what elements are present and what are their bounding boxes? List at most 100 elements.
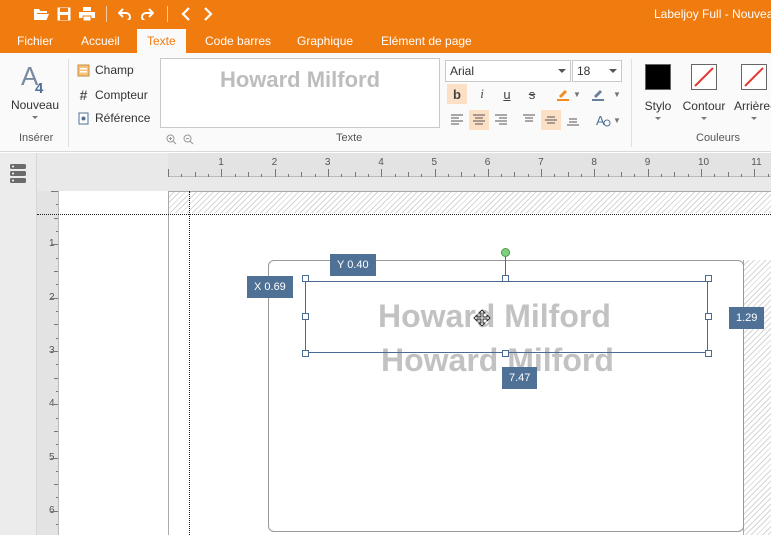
ruler-tick <box>354 172 356 177</box>
tab-code-barres[interactable]: Code barres <box>195 29 281 53</box>
resize-handle-bottom-left[interactable] <box>302 350 309 357</box>
new-button[interactable]: A 4 Nouveau <box>8 61 62 119</box>
ruler-tick <box>54 484 58 486</box>
valign-middle-button[interactable] <box>541 110 561 130</box>
field-button[interactable]: Champ <box>77 63 134 77</box>
contour-label: Contour <box>682 99 726 113</box>
resize-handle-bottom-right[interactable] <box>705 350 712 357</box>
svg-text:A: A <box>596 113 605 128</box>
font-family-select[interactable]: Arial <box>445 60 571 82</box>
tab-accueil[interactable]: Accueil <box>71 29 130 53</box>
font-color-dropdown[interactable]: ▼ <box>612 84 622 104</box>
ruler-tick <box>51 191 58 192</box>
ruler-tick <box>487 169 489 177</box>
toolbar-separator <box>167 6 168 22</box>
tab-fichier[interactable]: Fichier <box>7 29 63 53</box>
database-icon[interactable] <box>9 163 27 188</box>
x-position-badge: X 0.69 <box>247 276 293 298</box>
stylo-button[interactable]: Stylo <box>639 64 677 120</box>
pen-icon <box>592 90 604 101</box>
chevron-down-icon <box>751 117 757 120</box>
tab-graphique[interactable]: Graphique <box>287 29 363 53</box>
ruler-tick <box>567 172 569 177</box>
valign-bottom-button[interactable] <box>563 110 583 130</box>
print-icon[interactable] <box>78 5 96 23</box>
group-separator <box>631 59 632 147</box>
resize-handle-top-right[interactable] <box>705 275 712 282</box>
resize-handle-top[interactable] <box>502 275 509 282</box>
margin-guide-horizontal <box>37 214 771 215</box>
redo-icon[interactable] <box>138 5 156 23</box>
insert-group-label: Insérer <box>19 132 54 144</box>
tab-texte[interactable]: Texte <box>137 29 186 53</box>
font-size-select[interactable]: 18 <box>572 60 622 82</box>
page-margin-hatch-right <box>743 260 771 535</box>
ruler-tick <box>367 174 369 177</box>
ruler-tick <box>51 350 58 352</box>
background-color-button[interactable]: Arrière- <box>730 64 771 120</box>
ruler-number: 5 <box>431 157 438 168</box>
undo-icon[interactable] <box>116 5 134 23</box>
highlighter-icon <box>557 90 569 101</box>
reference-button[interactable]: Référence <box>77 111 150 125</box>
resize-handle-top-left[interactable] <box>302 275 309 282</box>
resize-handle-right[interactable] <box>705 313 712 320</box>
ruler-number: 11 <box>751 157 762 168</box>
ruler-tick <box>56 390 58 392</box>
valign-top-button[interactable] <box>519 110 539 130</box>
background-label: Arrière- <box>733 99 771 113</box>
strikethrough-button[interactable]: s <box>522 84 542 104</box>
save-icon[interactable] <box>55 5 73 23</box>
zoom-in-icon[interactable] <box>166 134 177 148</box>
field-icon <box>77 64 90 76</box>
font-color-button[interactable] <box>588 84 608 104</box>
text-effects-dropdown[interactable]: ▼ <box>612 110 622 130</box>
field-label: Champ <box>95 63 134 77</box>
hash-icon: # <box>79 87 88 103</box>
ruler-tick <box>341 174 343 177</box>
ruler-number: 10 <box>698 157 710 168</box>
ruler-tick <box>56 204 58 206</box>
title-bar: Labeljoy Full - Nouveau <box>0 0 771 29</box>
ruler-tick <box>51 457 58 459</box>
ruler-tick <box>56 257 58 259</box>
ruler-tick <box>207 174 209 177</box>
ruler-tick <box>56 337 58 339</box>
ruler-tick <box>247 172 249 177</box>
selection-box[interactable] <box>305 281 708 353</box>
align-right-button[interactable] <box>491 110 511 130</box>
back-icon[interactable] <box>177 5 195 23</box>
rotation-handle[interactable] <box>501 248 510 257</box>
align-left-icon <box>451 114 463 125</box>
ruler-tick <box>181 174 183 177</box>
ruler-tick <box>56 470 58 472</box>
resize-handle-bottom[interactable] <box>502 350 509 357</box>
ruler-tick <box>434 169 436 177</box>
text-preview[interactable]: Howard Milford <box>160 58 440 128</box>
zoom-out-icon[interactable] <box>183 134 194 148</box>
highlight-color-button[interactable] <box>553 84 573 104</box>
ruler-number: 4 <box>378 157 384 168</box>
font-size-value: 18 <box>577 64 591 78</box>
y-position-badge: Y 0.40 <box>330 254 376 276</box>
counter-button[interactable]: # Compteur <box>77 87 148 103</box>
underline-button[interactable]: u <box>497 84 517 104</box>
bold-button[interactable]: b <box>447 84 467 104</box>
ruler-number: 6 <box>484 157 491 168</box>
ruler-tick <box>767 174 769 177</box>
align-center-button[interactable] <box>469 110 489 130</box>
ruler-tick <box>51 510 58 512</box>
resize-handle-left[interactable] <box>302 313 309 320</box>
ruler-tick <box>621 172 623 177</box>
ruler-tick <box>51 404 58 406</box>
tab-element-de-page[interactable]: Elément de page <box>371 29 482 53</box>
highlight-dropdown[interactable]: ▼ <box>572 84 582 104</box>
contour-button[interactable]: Contour <box>680 64 728 120</box>
align-left-button[interactable] <box>447 110 467 130</box>
italic-button[interactable]: i <box>472 84 492 104</box>
open-folder-icon[interactable] <box>32 5 50 23</box>
ruler-number: 9 <box>644 157 651 168</box>
ruler-tick <box>56 310 58 312</box>
text-effects-button[interactable]: A <box>593 110 613 130</box>
forward-icon[interactable] <box>199 5 217 23</box>
